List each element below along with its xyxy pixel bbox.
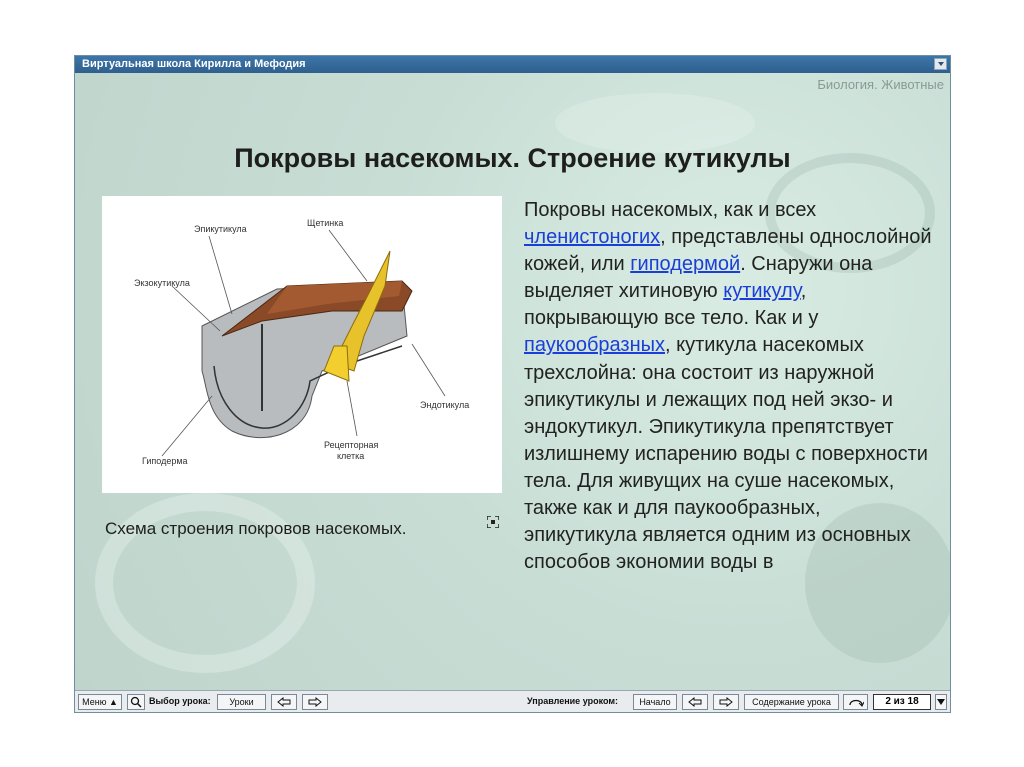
label-receptor-2: клетка	[337, 451, 364, 461]
arrow-left-icon	[688, 696, 702, 708]
text-part: , кутикула насекомых трехслойна: она сос…	[524, 334, 928, 574]
cuticle-diagram[interactable]: Эпикутикула Щетинка Экзокутикула Эндотик…	[102, 196, 502, 493]
menu-button-label: Меню	[82, 697, 107, 707]
label-receptor-1: Рецепторная	[324, 440, 379, 450]
choose-lesson-label: Выбор урока:	[149, 696, 211, 706]
window-title: Виртуальная школа Кирилла и Мефодия	[82, 58, 306, 70]
link-arachnids[interactable]: паукообразных	[524, 334, 665, 356]
arrow-right-icon	[719, 696, 733, 708]
return-icon	[848, 699, 864, 707]
return-button[interactable]	[843, 694, 868, 710]
page-title: Покровы насекомых. Строение кутикулы	[234, 143, 791, 173]
navbar-dropdown[interactable]	[935, 694, 947, 710]
lesson-text: Покровы насекомых, как и всех членистоно…	[524, 197, 934, 576]
cuticle-diagram-drawing: Эпикутикула Щетинка Экзокутикула Эндотик…	[134, 218, 469, 466]
start-button[interactable]: Начало	[633, 694, 677, 710]
label-epicuticle: Эпикутикула	[194, 224, 247, 234]
lesson-contents-button[interactable]: Содержание урока	[744, 694, 839, 710]
prev-page-button[interactable]	[682, 694, 708, 710]
label-endocuticle: Эндотикула	[420, 400, 469, 410]
subject-label: Биология. Животные	[817, 77, 944, 92]
title-bar: Виртуальная школа Кирилла и Мефодия	[75, 56, 950, 73]
label-hypodermis: Гиподерма	[142, 456, 188, 466]
page-counter: 2 из 18	[873, 694, 931, 710]
slide-area: Биология. Животные Покровы насекомых. Ст…	[75, 73, 950, 690]
label-exocuticle: Экзокутикула	[134, 278, 190, 288]
figure-caption: Схема строения покровов насекомых.	[105, 519, 407, 538]
menu-button[interactable]: Меню ▲	[78, 694, 122, 710]
label-bristle: Щетинка	[307, 218, 343, 228]
prev-lesson-button[interactable]	[271, 694, 297, 710]
window-menu-button[interactable]	[934, 58, 947, 70]
next-page-button[interactable]	[713, 694, 739, 710]
lessons-button[interactable]: Уроки	[217, 694, 266, 710]
app-window: Виртуальная школа Кирилла и Мефодия Биол…	[74, 55, 951, 713]
search-button[interactable]	[127, 694, 145, 710]
enlarge-icon[interactable]	[487, 516, 499, 528]
arrow-left-icon	[277, 696, 291, 708]
navigation-bar: Меню ▲ Выбор урока: Уроки Управление уро…	[75, 690, 950, 712]
lesson-control-label: Управление уроком:	[527, 696, 618, 706]
chevron-down-icon	[937, 699, 945, 705]
link-hypodermis[interactable]: гиподермой	[630, 253, 740, 275]
arrow-right-icon	[308, 696, 322, 708]
link-cuticle[interactable]: кутикулу	[723, 280, 801, 302]
text-part: Покровы насекомых, как и всех	[524, 199, 817, 221]
next-lesson-button[interactable]	[302, 694, 328, 710]
search-icon	[130, 696, 142, 708]
link-arthropods[interactable]: членистоногих	[524, 226, 660, 248]
